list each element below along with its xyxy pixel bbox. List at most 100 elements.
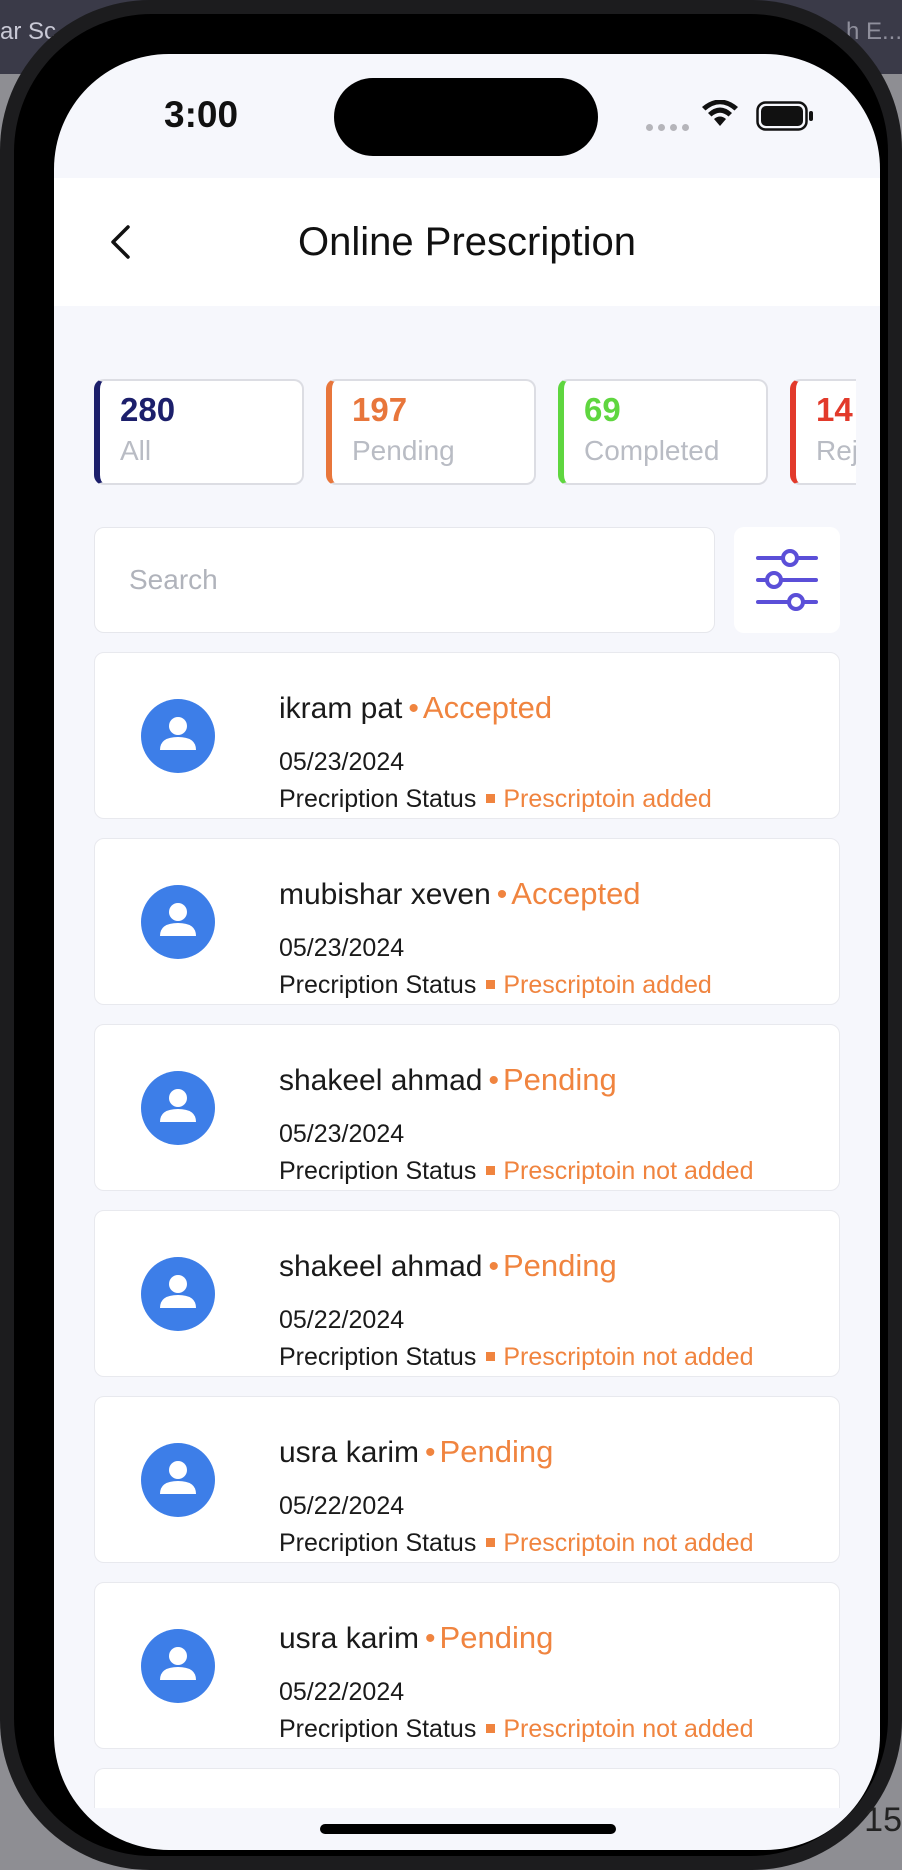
appointment-date: 05/22/2024 [279, 1678, 405, 1706]
stat-value: 69 [584, 391, 621, 428]
page-title: Online Prescription [298, 219, 636, 264]
person-icon [156, 898, 200, 947]
phone-frame: 3:00 Online Prescription 280 All 197 Pen… [0, 0, 902, 1870]
cellular-signal-icon [646, 124, 689, 131]
status-square-icon [486, 1538, 496, 1548]
patient-name: ikram pat [279, 692, 403, 725]
appointment-date: 05/23/2024 [279, 1120, 405, 1148]
search-input[interactable] [94, 527, 715, 633]
prescription-status-label: Precription Status [279, 1715, 477, 1743]
avatar [141, 1071, 215, 1145]
status-bar: 3:00 [54, 54, 880, 178]
chevron-left-icon [111, 225, 130, 259]
name-row: shakeel ahmad • Pending [279, 1062, 617, 1098]
person-icon [156, 1084, 200, 1133]
stat-card-completed[interactable]: 69 Completed [558, 379, 768, 485]
app-header: Online Prescription [54, 178, 880, 306]
back-button[interactable] [90, 212, 150, 272]
appointment-status: Pending [502, 1248, 617, 1283]
status-square-icon [486, 1352, 496, 1362]
appointment-status: Pending [439, 1434, 554, 1469]
stat-label: Rejected [816, 435, 856, 466]
appointment-date: 05/23/2024 [279, 748, 405, 776]
list-item-partial[interactable] [94, 1768, 840, 1808]
status-filter-cards: 280 All 197 Pending 69 Completed 14 Rejected [94, 379, 856, 487]
list-item[interactable]: usra karim • Pending 05/22/2024 Precription … [94, 1396, 840, 1563]
avatar [141, 1257, 215, 1331]
name-row: usra karim • Pending [279, 1620, 553, 1656]
name-row: usra karim • Pending [279, 1434, 553, 1470]
appointment-date: 05/22/2024 [279, 1492, 405, 1520]
prescription-status-row: Precription Status Prescriptoin not added [279, 1157, 754, 1186]
stat-card-rejected[interactable]: 14 Rejected [790, 379, 856, 485]
avatar [141, 1629, 215, 1703]
prescription-status-value: Prescriptoin not added [503, 1343, 754, 1371]
list-item[interactable]: shakeel ahmad • Pending 05/23/2024 Precripti… [94, 1024, 840, 1191]
appointment-status: Accepted [422, 690, 553, 725]
prescription-status-label: Precription Status [279, 1157, 477, 1185]
appointment-status: Accepted [511, 876, 641, 911]
name-row: ikram pat • Accepted [279, 690, 552, 726]
status-square-icon [486, 794, 496, 804]
patient-name: usra karim [279, 1436, 420, 1469]
prescription-status-value: Prescriptoin added [503, 971, 712, 999]
avatar [141, 699, 215, 773]
prescription-status-row: Precription Status Prescriptoin added [279, 785, 712, 814]
appointment-status: Pending [439, 1620, 554, 1655]
prescription-status-row: Precription Status Prescriptoin added [279, 971, 712, 1000]
prescription-status-label: Precription Status [279, 785, 477, 813]
avatar [141, 1443, 215, 1517]
list-item[interactable]: usra karim • Pending 05/22/2024 Precription … [94, 1582, 840, 1749]
prescription-status-value: Prescriptoin not added [503, 1529, 754, 1557]
status-square-icon [486, 1166, 496, 1176]
prescription-status-value: Prescriptoin not added [503, 1157, 754, 1185]
background-corner-text: 15 [864, 1801, 902, 1839]
status-dot-icon: • [408, 692, 419, 725]
prescription-status-row: Precription Status Prescriptoin not added [279, 1715, 754, 1744]
stat-value: 197 [352, 391, 408, 428]
status-dot-icon: • [488, 1250, 499, 1283]
patient-name: usra karim [279, 1622, 420, 1655]
name-row: mubishar xeven • Accepted [279, 876, 641, 912]
prescription-status-label: Precription Status [279, 971, 477, 999]
appointment-status: Pending [502, 1062, 617, 1097]
status-dot-icon: • [488, 1064, 499, 1097]
name-row: shakeel ahmad • Pending [279, 1248, 617, 1284]
status-time: 3:00 [164, 94, 239, 135]
stat-label: Completed [584, 435, 720, 466]
appointment-date: 05/22/2024 [279, 1306, 405, 1334]
filter-button[interactable] [734, 527, 840, 633]
phone-bezel: 3:00 Online Prescription 280 All 197 Pen… [14, 14, 888, 1856]
appointment-date: 05/23/2024 [279, 934, 405, 962]
status-square-icon [486, 1724, 496, 1734]
list-item[interactable]: ikram pat • Accepted 05/23/2024 Precription … [94, 652, 840, 819]
stat-label: Pending [352, 435, 455, 466]
prescription-status-label: Precription Status [279, 1343, 477, 1371]
prescription-status-label: Precription Status [279, 1529, 477, 1557]
patient-name: shakeel ahmad [279, 1250, 483, 1283]
prescription-status-row: Precription Status Prescriptoin not added [279, 1529, 754, 1558]
person-icon [156, 1456, 200, 1505]
status-square-icon [486, 980, 496, 990]
stat-card-all[interactable]: 280 All [94, 379, 304, 485]
home-indicator [320, 1824, 616, 1834]
app-screen: 3:00 Online Prescription 280 All 197 Pen… [54, 54, 880, 1850]
prescription-status-row: Precription Status Prescriptoin not added [279, 1343, 754, 1372]
stat-card-pending[interactable]: 197 Pending [326, 379, 536, 485]
stat-value: 14 [816, 391, 853, 428]
list-item[interactable]: shakeel ahmad • Pending 05/22/2024 Precripti… [94, 1210, 840, 1377]
prescription-list: ikram pat • Accepted 05/23/2024 Precription … [94, 652, 840, 1827]
status-dot-icon: • [425, 1436, 436, 1469]
filter-sliders-icon [756, 549, 818, 611]
patient-name: mubishar xeven [279, 878, 491, 911]
avatar [141, 885, 215, 959]
wifi-icon [702, 100, 738, 126]
stat-label: All [120, 435, 152, 466]
list-item[interactable]: mubishar xeven • Accepted 05/23/2024 Precrip… [94, 838, 840, 1005]
prescription-status-value: Prescriptoin not added [503, 1715, 754, 1743]
prescription-status-value: Prescriptoin added [503, 785, 712, 813]
person-icon [156, 1270, 200, 1319]
patient-name: shakeel ahmad [279, 1064, 483, 1097]
stat-value: 280 [120, 391, 176, 428]
person-icon [156, 712, 200, 761]
